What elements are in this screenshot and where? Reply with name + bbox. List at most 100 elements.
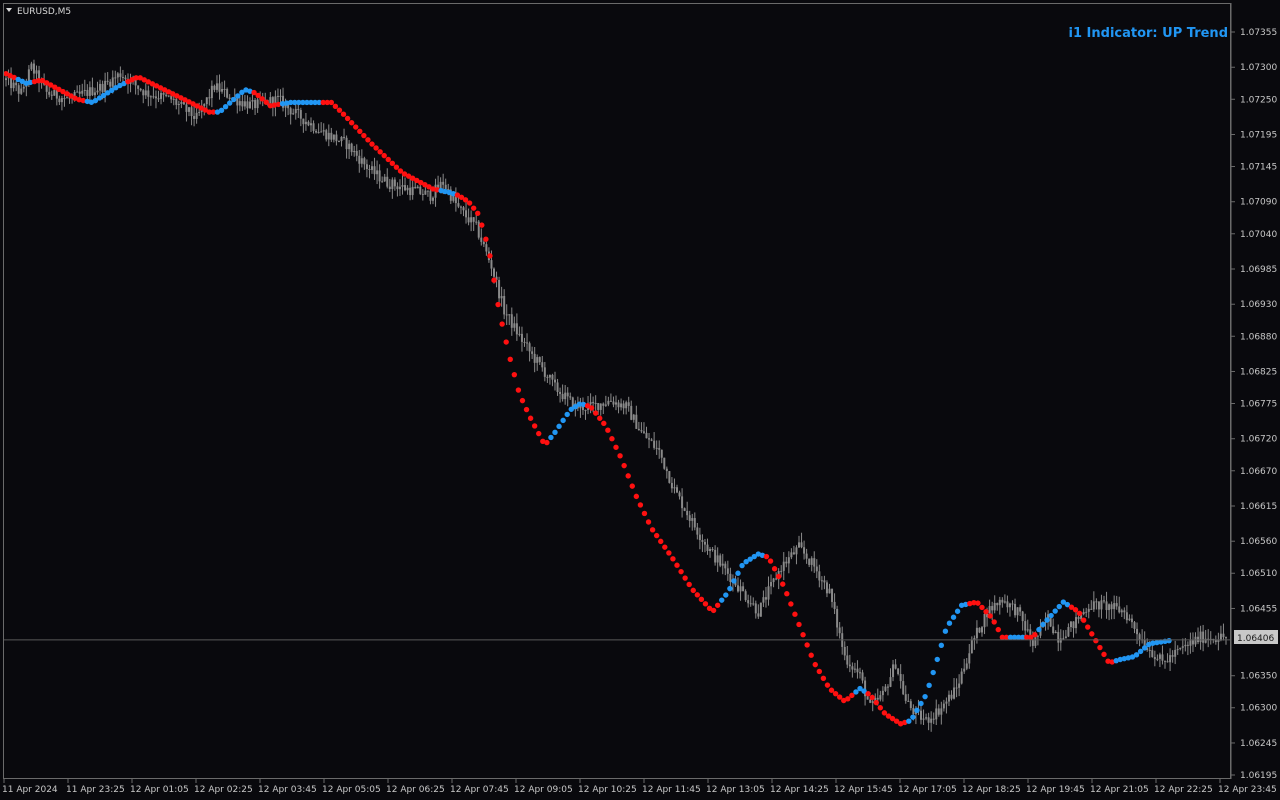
indicator-dot-down — [1080, 617, 1087, 623]
price-tick-label: 1.06455 — [1240, 604, 1277, 614]
price-chart[interactable]: 1.07355 1.07300 1.07250 1.07195 1.07145 1.070… — [0, 0, 1280, 800]
candle-body — [404, 185, 407, 191]
indicator-dot-down — [1101, 651, 1107, 658]
candle-body — [185, 104, 188, 112]
candle-body — [825, 582, 828, 594]
candle-body — [635, 414, 638, 429]
candle-body — [157, 98, 160, 100]
candle-body — [109, 81, 112, 87]
candle-body — [376, 170, 379, 175]
indicator-dot-up — [218, 107, 225, 113]
candle-body — [1189, 640, 1192, 646]
candle-body — [66, 97, 68, 99]
indicator-dot-down — [979, 604, 985, 611]
candle-body — [1075, 617, 1078, 629]
indicator-dot-up — [1052, 608, 1058, 614]
indicator-dot-up — [914, 707, 920, 714]
candle-body — [368, 168, 371, 170]
candle-body — [317, 132, 320, 134]
candle-body — [485, 244, 488, 252]
candle-body — [650, 439, 653, 441]
candle-body — [327, 132, 330, 140]
candle-body — [432, 197, 434, 201]
candle-body — [762, 597, 765, 603]
candle-body — [63, 98, 66, 100]
candle-body — [493, 268, 495, 277]
candle-body — [1171, 655, 1174, 657]
candle-body — [1128, 618, 1131, 621]
candle-body — [902, 681, 905, 695]
candle-body — [53, 89, 56, 96]
candle-body — [350, 143, 353, 153]
indicator-dot-down — [710, 607, 717, 614]
candle-body — [1016, 607, 1019, 616]
candle-body — [945, 701, 948, 704]
chart-window[interactable]: 1.07355 1.07300 1.07250 1.07195 1.07145 1.070… — [0, 0, 1280, 800]
candle-body — [190, 107, 193, 117]
candle-body — [221, 88, 224, 92]
indicator-dot-up — [727, 585, 733, 592]
indicator-dot-up — [938, 642, 945, 648]
indicator-dot-down — [820, 675, 827, 681]
candle-body — [22, 86, 25, 89]
candle-body — [993, 603, 996, 611]
candle-body — [1097, 601, 1100, 610]
candle-body — [1179, 647, 1182, 650]
candle-body — [551, 374, 554, 380]
candle-body — [1225, 637, 1227, 639]
candle-body — [429, 190, 432, 201]
window-menu-arrow-icon[interactable] — [6, 8, 12, 12]
candle-body — [711, 549, 714, 551]
indicator-dot-down — [605, 427, 611, 433]
candle-body — [615, 402, 617, 405]
indicator-dot-down — [975, 600, 981, 606]
candle-body — [246, 101, 249, 109]
price-tick-label: 1.07355 — [1240, 28, 1277, 38]
time-tick-label: 12 Apr 07:45 — [450, 785, 509, 795]
indicator-dot-down — [470, 205, 477, 211]
candle-body — [1059, 638, 1062, 643]
indicator-dot-down — [377, 149, 383, 155]
candle-body — [228, 97, 231, 100]
candle-body — [48, 91, 51, 95]
candle-body — [904, 694, 907, 701]
candle-body — [50, 94, 53, 96]
candle-body — [851, 666, 854, 670]
candle-body — [365, 164, 368, 169]
price-tick-label: 1.07250 — [1240, 95, 1277, 105]
candle-body — [543, 367, 546, 377]
candle-body — [683, 508, 686, 511]
indicator-dot-down — [780, 581, 786, 587]
indicator-dot-down — [796, 621, 802, 628]
candles-layer — [5, 59, 1227, 732]
candle-body — [465, 210, 468, 218]
candle-body — [1024, 621, 1027, 631]
candle-body — [838, 627, 841, 634]
candle-body — [1034, 636, 1037, 646]
candle-body — [724, 563, 727, 569]
indicator-dot-down — [592, 410, 599, 416]
indicator-dot-up — [942, 628, 949, 634]
candle-body — [803, 547, 806, 554]
candle-body — [655, 447, 658, 449]
candle-body — [137, 85, 140, 89]
candle-body — [172, 98, 175, 100]
candle-body — [294, 108, 297, 114]
candle-body — [955, 687, 958, 689]
candle-body — [853, 668, 856, 670]
indicator-dot-down — [328, 99, 335, 106]
candle-body — [315, 130, 318, 133]
time-axis: 11 Apr 2024 11 Apr 23:25 12 Apr 01:05 12 Ap… — [2, 779, 1277, 795]
candle-body — [20, 88, 23, 94]
candle-body — [673, 487, 676, 489]
time-tick-label: 12 Apr 01:05 — [130, 785, 189, 795]
price-tick-label: 1.06930 — [1240, 300, 1277, 310]
candle-body — [787, 557, 790, 564]
candle-body — [770, 582, 773, 587]
candle-body — [513, 323, 516, 328]
indicator-dot-down — [670, 556, 676, 562]
candle-body — [831, 588, 834, 602]
candle-body — [681, 496, 684, 509]
candle-body — [599, 403, 602, 410]
candle-body — [134, 79, 137, 86]
